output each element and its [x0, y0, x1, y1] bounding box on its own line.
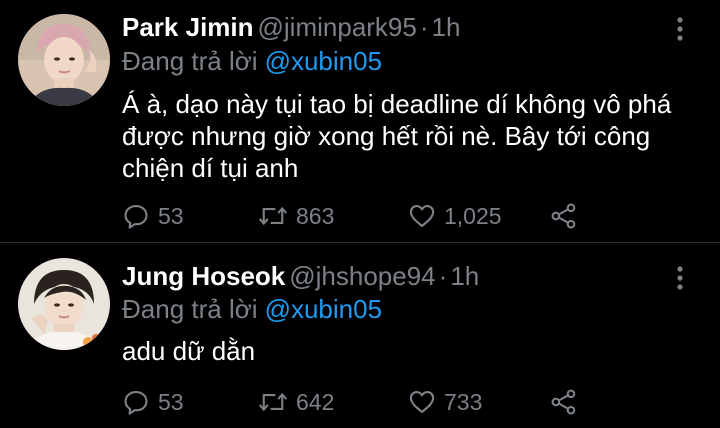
like-icon: [408, 388, 436, 416]
tweet-actions: 53 863 1,025: [122, 198, 602, 234]
replying-to-label: Đang trả lời: [122, 46, 258, 76]
tweet-text: Á à, dạo này tụi tao bị deadline dí khôn…: [122, 89, 672, 183]
user-handle[interactable]: @jhshope94: [289, 261, 435, 291]
separator-dot: ·: [438, 261, 448, 291]
avatar[interactable]: [18, 14, 110, 106]
replying-to-handle[interactable]: @xubin05: [265, 294, 382, 324]
separator-dot: ·: [419, 12, 429, 42]
timestamp[interactable]: 1h: [432, 12, 461, 42]
more-options-icon: [670, 10, 690, 44]
avatar[interactable]: [18, 258, 110, 350]
retweet-count: 642: [296, 388, 335, 415]
tweet[interactable]: Jung Hoseok @jhshope94 · 1h Đang trả lời @xu…: [0, 243, 720, 428]
like-icon: [408, 202, 436, 230]
retweet-icon: [258, 388, 288, 416]
tweet-header: Park Jimin @jiminpark95 · 1h: [122, 10, 460, 44]
tweet-header: Jung Hoseok @jhshope94 · 1h: [122, 259, 479, 293]
share-button[interactable]: [550, 384, 578, 420]
replying-to-label: Đang trả lời: [122, 294, 258, 324]
retweet-count: 863: [296, 202, 335, 229]
reply-count: 53: [158, 388, 184, 415]
reply-icon: [122, 388, 150, 416]
like-count: 1,025: [444, 202, 502, 229]
reply-count: 53: [158, 202, 184, 229]
tweet[interactable]: Park Jimin @jiminpark95 · 1h Đang trả lời @x…: [0, 0, 720, 242]
share-button[interactable]: [550, 198, 578, 234]
replying-to-handle[interactable]: @xubin05: [265, 46, 382, 76]
reply-icon: [122, 202, 150, 230]
like-count: 733: [444, 388, 483, 415]
display-name[interactable]: Jung Hoseok: [122, 261, 285, 291]
like-button[interactable]: 1,025: [408, 198, 502, 234]
more-options-button[interactable]: [670, 10, 690, 44]
more-options-button[interactable]: [670, 259, 690, 293]
retweet-button[interactable]: 863: [258, 198, 334, 234]
tweet-actions: 53 642 733: [122, 384, 602, 420]
share-icon: [550, 388, 578, 416]
retweet-icon: [258, 202, 288, 230]
timestamp[interactable]: 1h: [450, 261, 479, 291]
share-icon: [550, 202, 578, 230]
replying-to-line: Đang trả lời @xubin05: [122, 44, 382, 78]
retweet-button[interactable]: 642: [258, 384, 334, 420]
like-button[interactable]: 733: [408, 384, 482, 420]
user-handle[interactable]: @jiminpark95: [258, 12, 417, 42]
replying-to-line: Đang trả lời @xubin05: [122, 292, 382, 326]
display-name[interactable]: Park Jimin: [122, 12, 254, 42]
tweet-text: adu dữ dằn: [122, 336, 256, 366]
reply-button[interactable]: 53: [122, 198, 184, 234]
more-options-icon: [670, 259, 690, 293]
reply-button[interactable]: 53: [122, 384, 184, 420]
